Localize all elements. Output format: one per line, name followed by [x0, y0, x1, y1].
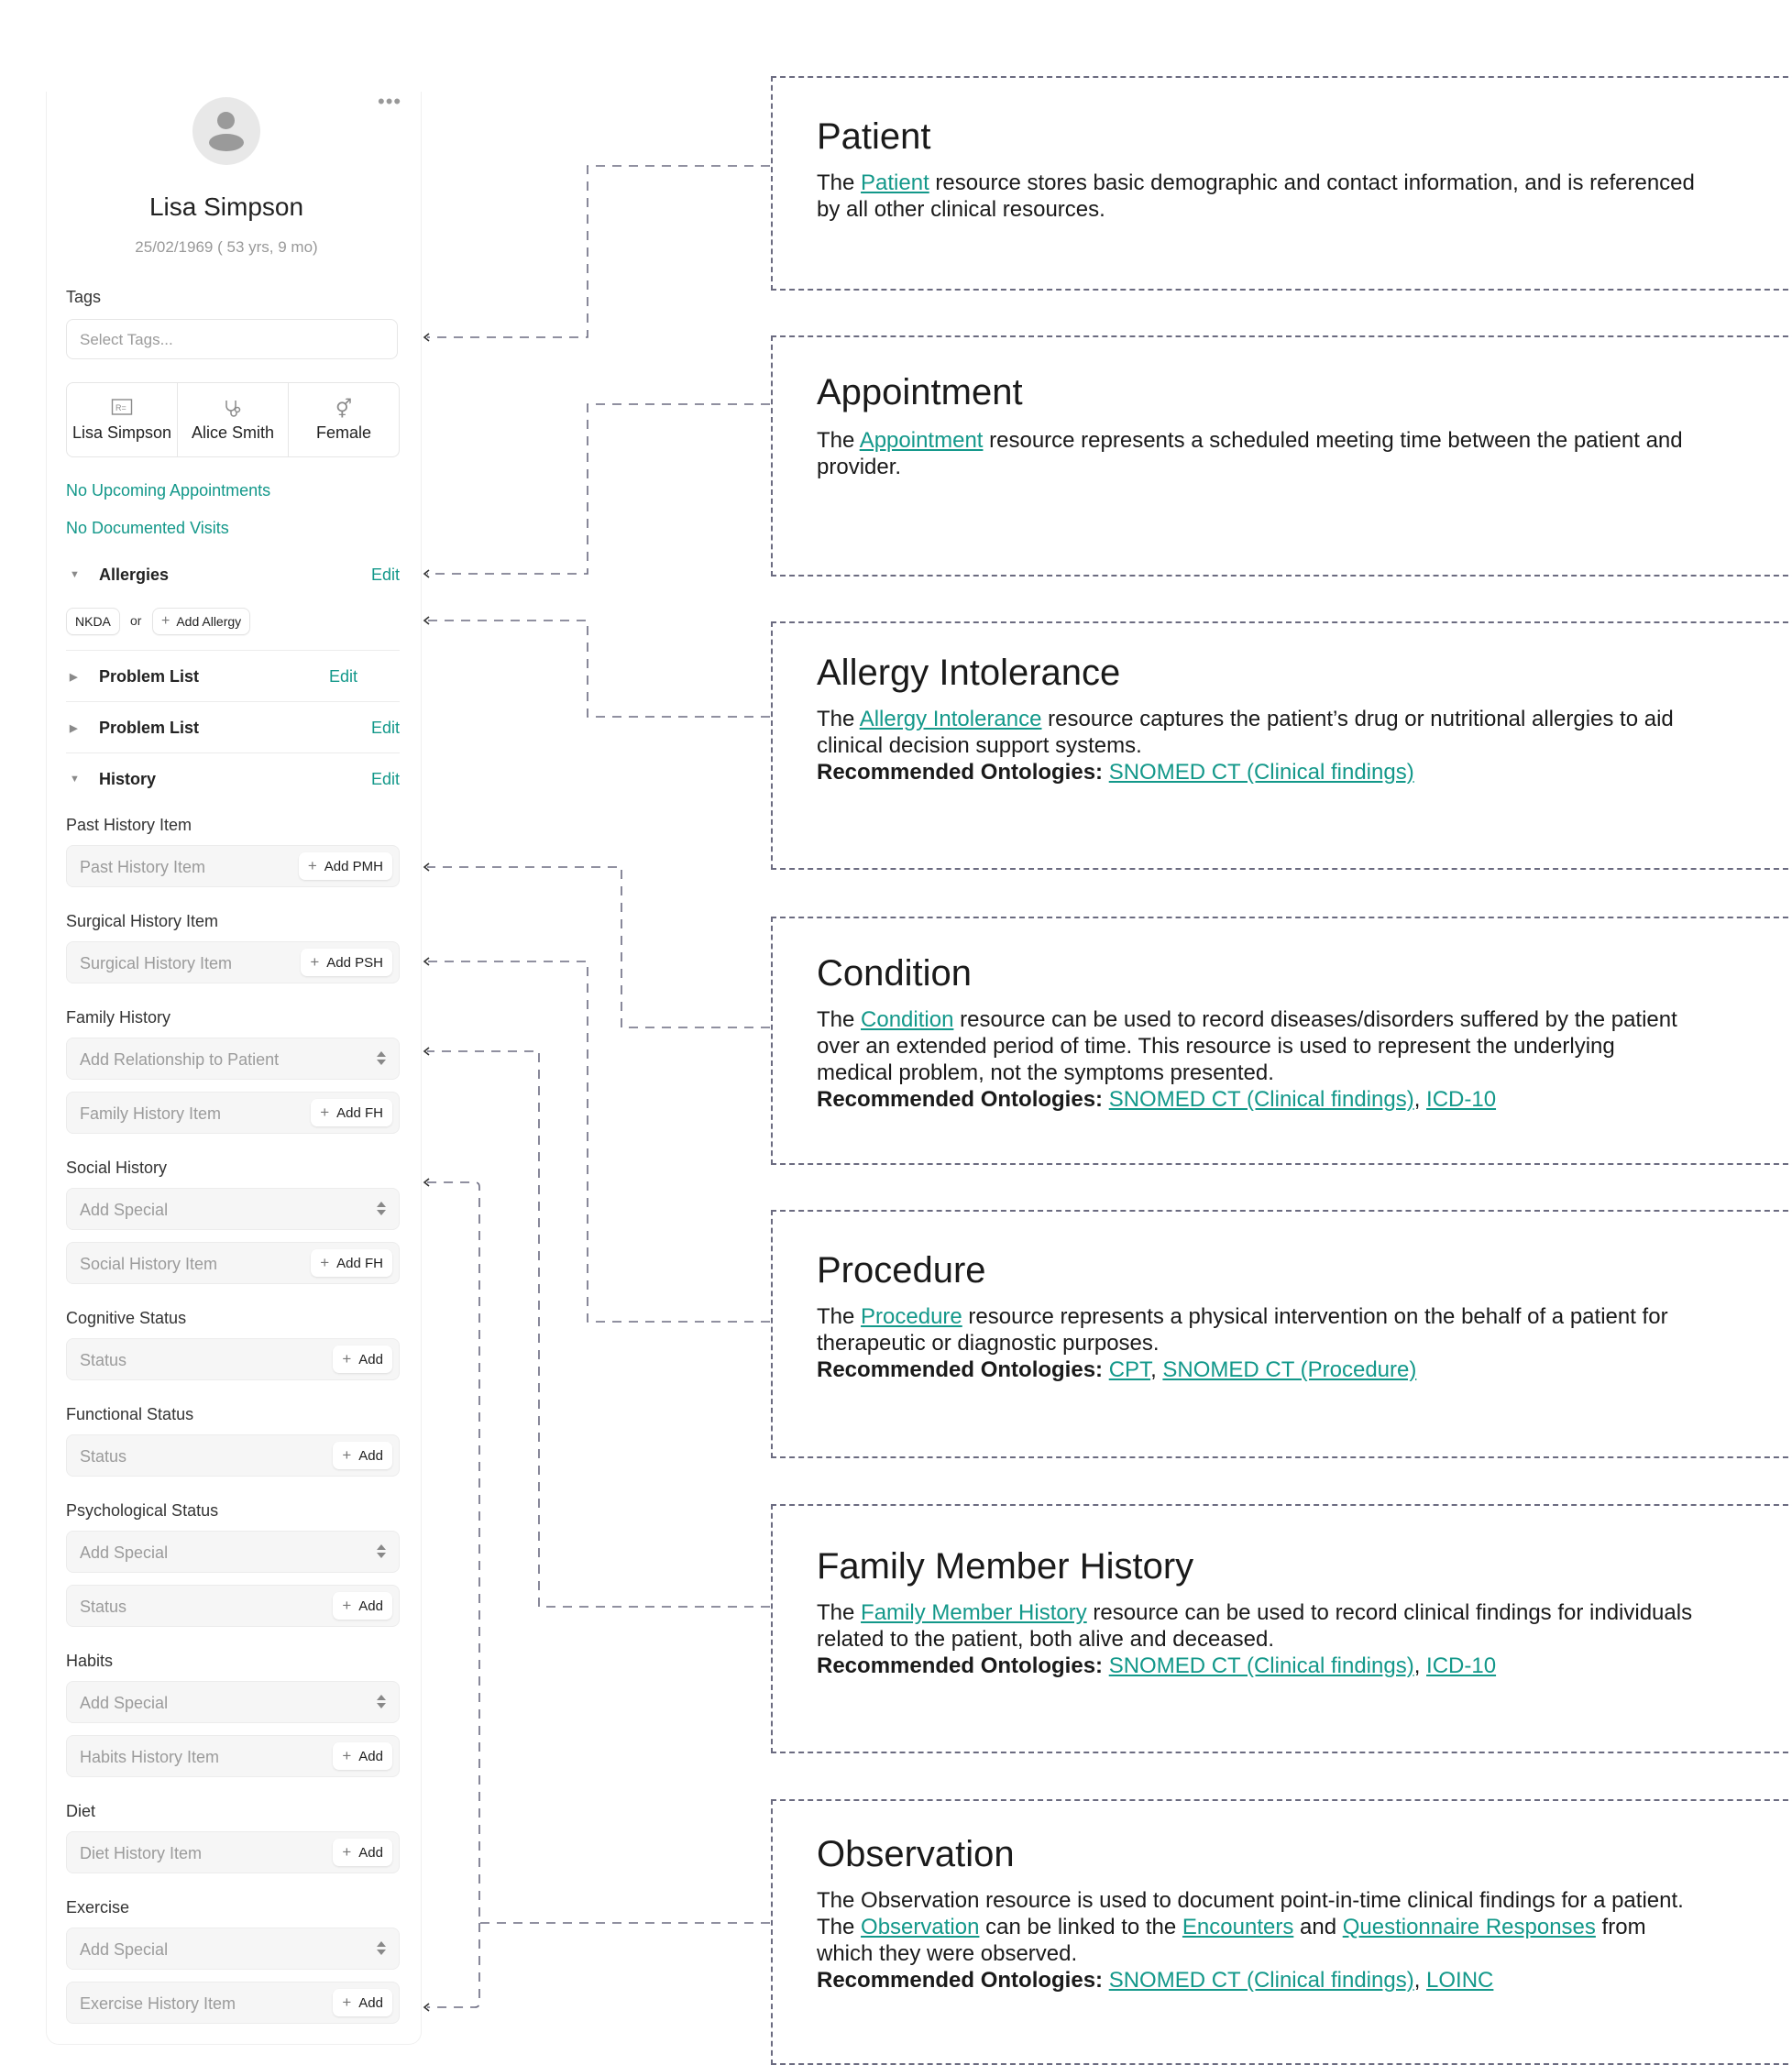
- allergy-resource-link[interactable]: Allergy Intolerance: [860, 707, 1042, 731]
- observation-resource-link[interactable]: Observation: [861, 1915, 979, 1939]
- card-description: The Patient resource stores basic demogr…: [817, 170, 1697, 223]
- encounters-link[interactable]: Encounters: [1182, 1915, 1293, 1939]
- ontologies-label: Recommended Ontologies:: [817, 1357, 1104, 1382]
- ontology-link[interactable]: SNOMED CT (Clinical findings): [1109, 760, 1414, 785]
- card-description: The Procedure resource represents a phys…: [817, 1304, 1668, 1382]
- card-title: Observation: [817, 1834, 1015, 1874]
- ontology-link[interactable]: SNOMED CT (Procedure): [1162, 1357, 1416, 1382]
- ontologies-label: Recommended Ontologies:: [817, 760, 1104, 785]
- condition-resource-link[interactable]: Condition: [861, 1007, 953, 1032]
- card-patient: Patient The Patient resource stores basi…: [771, 76, 1792, 291]
- text: resource stores basic demographic and co…: [817, 170, 1695, 222]
- card-title: Family Member History: [817, 1546, 1194, 1587]
- ontology-link[interactable]: ICD-10: [1426, 1653, 1496, 1678]
- card-description: The Condition resource can be used to re…: [817, 1007, 1677, 1112]
- text: and: [1293, 1915, 1343, 1939]
- connector-patient: [427, 165, 770, 338]
- text: can be linked to the: [979, 1915, 1182, 1939]
- patient-resource-link[interactable]: Patient: [861, 170, 929, 195]
- ontology-link[interactable]: SNOMED CT (Clinical findings): [1109, 1653, 1414, 1678]
- procedure-resource-link[interactable]: Procedure: [861, 1304, 962, 1329]
- connector-appointment: [427, 403, 770, 575]
- card-allergy-intolerance: Allergy Intolerance The Allergy Intolera…: [771, 621, 1792, 870]
- connector-procedure: [427, 961, 770, 1323]
- card-condition: Condition The Condition resource can be …: [771, 917, 1792, 1165]
- text: The: [817, 1600, 862, 1625]
- text: The: [817, 707, 860, 731]
- card-description: The Allergy Intolerance resource capture…: [817, 706, 1697, 785]
- card-description: The Family Member History resource can b…: [817, 1600, 1693, 1678]
- ontology-link[interactable]: LOINC: [1426, 1968, 1493, 1993]
- ontology-link[interactable]: SNOMED CT (Clinical findings): [1109, 1087, 1414, 1112]
- card-observation: Observation The Observation resource is …: [771, 1799, 1792, 2065]
- connector-observation-social: [427, 1181, 770, 1924]
- connector-allergy: [427, 620, 770, 718]
- card-title: Condition: [817, 953, 973, 994]
- card-title: Patient: [817, 116, 931, 157]
- connector-family: [427, 1050, 770, 1608]
- questionnaire-responses-link[interactable]: Questionnaire Responses: [1343, 1915, 1596, 1939]
- ontology-link[interactable]: SNOMED CT (Clinical findings): [1109, 1968, 1414, 1993]
- ontologies-label: Recommended Ontologies:: [817, 1087, 1104, 1112]
- appointment-resource-link[interactable]: Appointment: [860, 428, 984, 453]
- card-title: Appointment: [817, 372, 1023, 412]
- text: The: [817, 428, 860, 453]
- card-title: Procedure: [817, 1250, 986, 1291]
- connector-observation-exercise: [427, 1923, 480, 2008]
- card-description: The Observation resource is used to docu…: [817, 1888, 1684, 1993]
- card-procedure: Procedure The Procedure resource represe…: [771, 1210, 1792, 1458]
- card-appointment: Appointment The Appointment resource rep…: [771, 335, 1792, 577]
- ontologies-label: Recommended Ontologies:: [817, 1653, 1104, 1678]
- arrowheads: [423, 333, 430, 2012]
- text: The: [817, 1304, 862, 1329]
- text: The: [817, 170, 862, 195]
- text: The: [817, 1007, 862, 1032]
- ontologies-label: Recommended Ontologies:: [817, 1968, 1104, 1993]
- card-title: Allergy Intolerance: [817, 653, 1121, 693]
- connector-condition: [427, 866, 770, 1028]
- card-description: The Appointment resource represents a sc…: [817, 427, 1697, 480]
- ontology-link[interactable]: CPT: [1109, 1357, 1150, 1382]
- family-member-history-link[interactable]: Family Member History: [861, 1600, 1087, 1625]
- ontology-link[interactable]: ICD-10: [1426, 1087, 1496, 1112]
- card-family-member-history: Family Member History The Family Member …: [771, 1504, 1792, 1753]
- arrowhead-icon: [423, 569, 430, 578]
